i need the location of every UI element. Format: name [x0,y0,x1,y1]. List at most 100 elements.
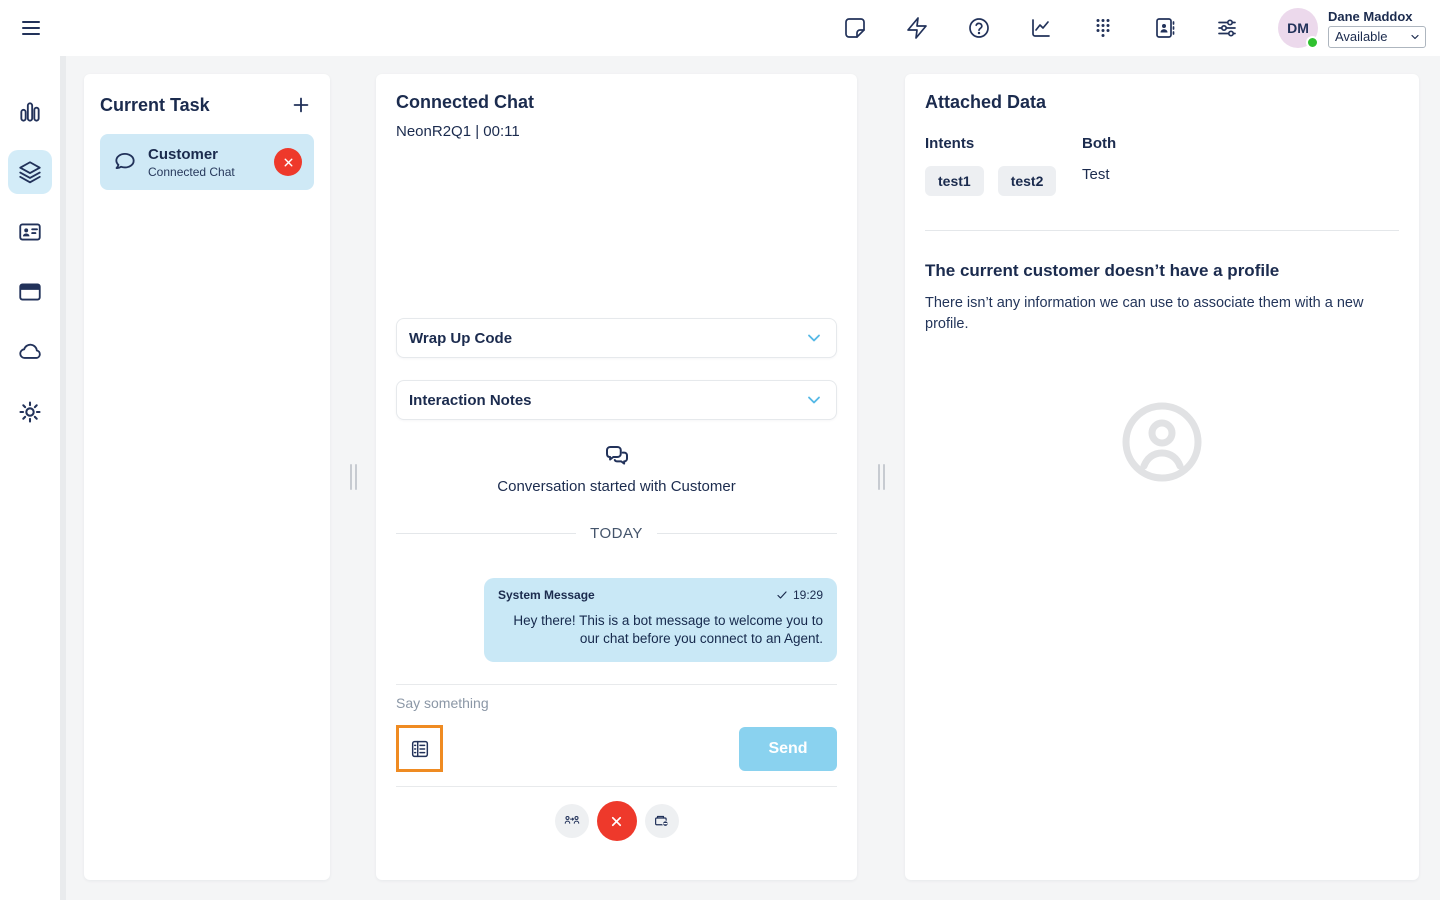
transfer-icon [564,816,579,825]
intents-chips: test1 test2 [925,166,1082,196]
intent-chip: test2 [997,166,1057,196]
hamburger-menu-button[interactable] [16,13,46,43]
chat-bubble-icon [115,152,135,170]
sidebar-item-settings[interactable] [8,390,52,434]
resize-handle-right[interactable] [877,464,885,490]
interactions-lightning-icon [907,17,927,39]
sidebar-item-activity[interactable] [8,90,52,134]
top-bar: DM Dane Maddox Available [0,0,1440,56]
current-task-panel: Current Task Customer Connected Chat [84,74,330,880]
attached-data-grid: Intents test1 test2 Both Test [925,135,1399,196]
check-icon [777,591,787,599]
topbar-icon-group [842,15,1240,41]
notes-button[interactable] [842,15,868,41]
interaction-notes-label: Interaction Notes [409,391,532,409]
preferences-button[interactable] [1214,15,1240,41]
notes-icon [845,18,865,38]
attached-data-panel: Attached Data Intents test1 test2 Both T… [905,74,1419,880]
help-button[interactable] [966,15,992,41]
end-chat-button[interactable] [596,801,637,842]
conversation-started-block: Conversation started with Customer [396,442,837,495]
task-type: Connected Chat [148,164,235,179]
directory-icon [1156,18,1175,38]
send-button[interactable]: Send [739,726,837,771]
profile-placeholder [925,399,1399,485]
message-time: 19:29 [792,588,823,602]
close-task-button[interactable] [274,148,302,176]
chevron-down-icon [808,396,820,404]
apps-window-icon [19,283,41,301]
transfer-button[interactable] [554,804,589,839]
settings-gear-icon [19,401,41,423]
task-texts: Customer Connected Chat [148,146,264,179]
contacts-card-icon [19,223,41,241]
resize-handle-left[interactable] [349,464,357,490]
dialpad-button[interactable] [1090,15,1116,41]
help-icon [969,18,989,38]
interactions-layers-icon [19,161,41,184]
status-select-wrap: Available [1328,25,1426,48]
both-column: Both Test [1082,135,1116,196]
canned-responses-button[interactable] [396,725,443,773]
left-sidebar [0,56,60,900]
dialpad-icon [1096,19,1110,37]
user-name: Dane Maddox [1328,8,1413,24]
day-divider: TODAY [396,525,838,542]
body-row: Current Task Customer Connected Chat Con… [0,56,1440,900]
chevron-down-icon [808,334,820,342]
both-label: Both [1082,135,1117,152]
hamburger-icon [22,21,40,35]
device-button[interactable] [644,804,679,839]
task-item-customer[interactable]: Customer Connected Chat [100,134,314,190]
performance-chart-icon [1032,19,1050,37]
status-select[interactable]: Available [1328,25,1426,48]
compose-divider-bottom [396,786,837,788]
user-meta: Dane Maddox Available [1328,9,1426,48]
interaction-notes-accordion[interactable]: Interaction Notes [396,380,837,420]
avatar[interactable]: DM [1278,8,1319,49]
plus-icon [293,97,309,113]
end-chat-x-icon [611,816,622,826]
add-task-button[interactable] [288,92,314,118]
intents-column: Intents test1 test2 [925,135,1082,196]
sidebar-item-apps[interactable] [8,270,52,314]
system-message-bubble: System Message 19:29 Hey there! This is … [484,578,837,663]
current-task-header: Current Task [100,92,314,118]
chat-session-info: NeonR2Q1 | 00:11 [396,123,520,140]
connected-chat-panel: Connected Chat NeonR2Q1 | 00:11 Wrap Up … [376,74,857,880]
sidebar-item-interactions[interactable] [8,150,52,194]
day-divider-label: TODAY [590,525,643,542]
message-sender: System Message [498,588,595,602]
chat-title: Connected Chat [396,92,535,112]
no-profile-title: The current customer doesn’t have a prof… [925,261,1280,280]
device-badge-icon [654,816,669,828]
avatar-initials: DM [1287,20,1309,36]
directory-button[interactable] [1152,15,1178,41]
user-block: DM Dane Maddox Available [1278,8,1426,49]
interactions-button[interactable] [904,15,930,41]
left-gap [330,74,376,880]
preferences-sliders-icon [1218,19,1236,37]
activity-icon [20,102,40,122]
sidebar-item-cloud[interactable] [8,330,52,374]
both-value: Test [1082,166,1110,183]
divider-line [396,533,577,534]
attached-data-divider [925,230,1399,231]
message-meta: 19:29 [776,588,823,602]
compose-row: Send [396,725,837,773]
current-task-title: Current Task [100,94,210,115]
chat-message-input[interactable] [396,695,837,712]
cloud-icon [19,343,41,359]
attached-data-title: Attached Data [925,92,1047,112]
task-name: Customer [148,145,219,163]
close-icon [284,158,292,166]
profile-placeholder-icon [1122,402,1202,482]
conversation-started-text: Conversation started with Customer [497,478,736,495]
compose-divider-top [396,684,837,686]
sidebar-item-contacts[interactable] [8,210,52,254]
performance-button[interactable] [1028,15,1054,41]
status-dot [1306,36,1319,49]
wrap-up-code-accordion[interactable]: Wrap Up Code [396,318,837,358]
message-text: Hey there! This is a bot message to welc… [513,613,823,647]
wrap-up-code-label: Wrap Up Code [409,329,513,347]
